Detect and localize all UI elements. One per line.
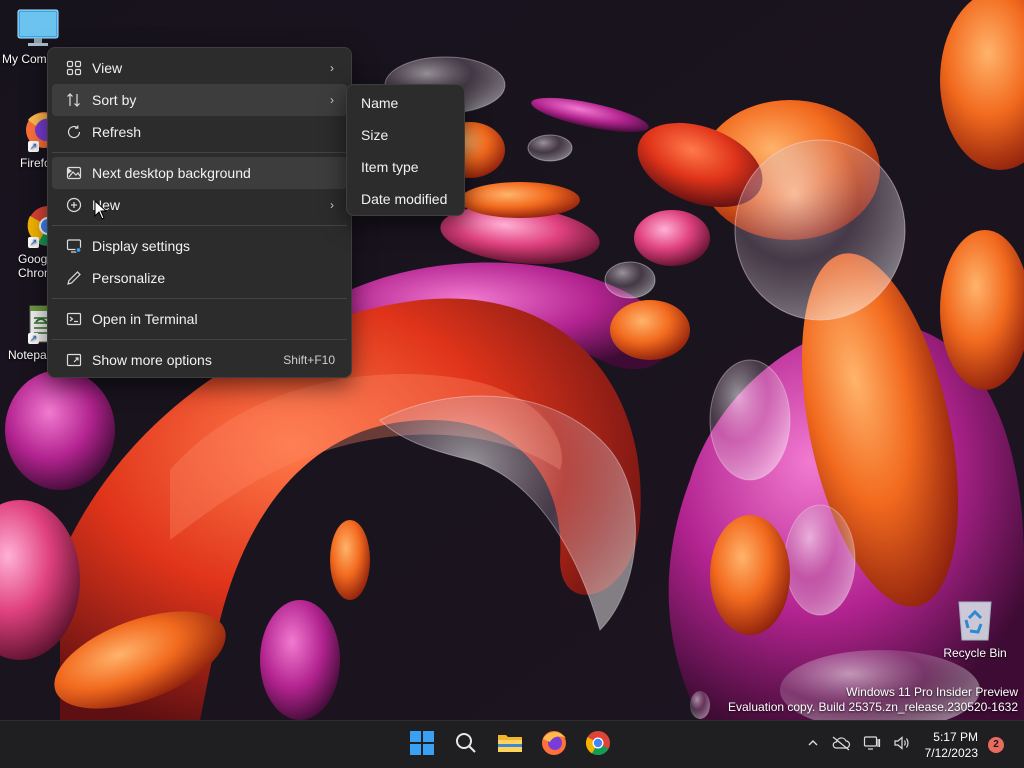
menu-item-display-settings[interactable]: Display settings xyxy=(52,230,347,262)
start-button[interactable] xyxy=(402,725,442,765)
menu-item-open-in-terminal[interactable]: Open in Terminal xyxy=(52,303,347,335)
terminal-icon xyxy=(52,303,90,335)
desktop-icon-recycle-bin[interactable]: Recycle Bin xyxy=(936,598,1014,660)
menu-item-next-desktop-background[interactable]: Next desktop background xyxy=(52,157,347,189)
shortcut-arrow-icon: ↗ xyxy=(28,237,39,248)
watermark-line-1: Windows 11 Pro Insider Preview xyxy=(846,685,1018,699)
menu-item-refresh[interactable]: Refresh xyxy=(52,116,347,148)
menu-item-label: View xyxy=(92,60,123,76)
chevron-right-icon: › xyxy=(330,198,334,212)
network-tray-button[interactable] xyxy=(857,725,887,765)
display-settings-icon xyxy=(52,230,90,262)
system-tray: 5:17 PM 7/12/2023 2 xyxy=(801,721,1024,768)
chrome-taskbar-button[interactable] xyxy=(578,725,618,765)
sort-icon xyxy=(52,84,90,116)
firefox-icon xyxy=(541,730,567,761)
menu-item-label: Next desktop background xyxy=(92,165,251,181)
shortcut-arrow-icon: ↗ xyxy=(28,141,39,152)
menu-item-label: Personalize xyxy=(92,270,166,286)
search-button[interactable] xyxy=(446,725,486,765)
search-icon xyxy=(455,732,477,759)
new-plus-icon xyxy=(52,189,90,221)
personalize-pen-icon xyxy=(52,262,90,294)
menu-item-label: Open in Terminal xyxy=(92,311,198,327)
menu-item-show-more-options[interactable]: Show more options Shift+F10 xyxy=(52,344,347,376)
watermark-line-2: Evaluation copy. Build 25375.zn_release.… xyxy=(728,700,1018,714)
sort-by-submenu: Name Size Item type Date modified xyxy=(346,84,465,216)
menu-item-label: Show more options xyxy=(92,352,212,368)
shortcut-arrow-icon: ↗ xyxy=(28,333,39,344)
start-icon xyxy=(410,730,434,760)
next-background-icon xyxy=(52,157,90,189)
desktop-context-menu: View › Sort by › Refresh Next desktop ba… xyxy=(47,47,352,378)
mouse-cursor-icon xyxy=(94,199,108,225)
submenu-item-name[interactable]: Name xyxy=(351,87,460,119)
network-icon xyxy=(863,735,881,756)
menu-separator xyxy=(52,152,347,153)
menu-item-label: New xyxy=(92,197,121,213)
clock-date: 7/12/2023 xyxy=(924,746,978,760)
clock-time: 5:17 PM xyxy=(933,730,978,744)
menu-separator xyxy=(52,225,347,226)
notification-badge[interactable]: 2 xyxy=(988,737,1004,753)
taskbar-apps xyxy=(402,721,618,768)
menu-separator xyxy=(52,298,347,299)
chrome-icon xyxy=(585,730,611,761)
desktop-icon-label: Recycle Bin xyxy=(943,646,1007,660)
submenu-item-size[interactable]: Size xyxy=(351,119,460,151)
chevron-up-icon xyxy=(807,736,819,754)
menu-item-personalize[interactable]: Personalize xyxy=(52,262,347,294)
file-explorer-icon xyxy=(497,732,523,759)
volume-tray-button[interactable] xyxy=(887,725,917,765)
submenu-item-item-type[interactable]: Item type xyxy=(351,151,460,183)
file-explorer-button[interactable] xyxy=(490,725,530,765)
menu-item-label: Display settings xyxy=(92,238,191,254)
volume-icon xyxy=(893,735,911,756)
view-grid-icon xyxy=(52,52,90,84)
chevron-right-icon: › xyxy=(330,61,334,75)
monitor-icon xyxy=(16,8,60,48)
more-options-icon xyxy=(52,344,90,376)
menu-item-label: Sort by xyxy=(92,92,137,108)
taskbar-clock[interactable]: 5:17 PM 7/12/2023 xyxy=(917,729,988,761)
menu-item-label: Refresh xyxy=(92,124,142,140)
menu-item-sort-by[interactable]: Sort by › xyxy=(52,84,347,116)
recycle-bin-icon xyxy=(955,598,995,642)
onedrive-tray-button[interactable] xyxy=(825,725,857,765)
menu-separator xyxy=(52,339,347,340)
firefox-taskbar-button[interactable] xyxy=(534,725,574,765)
refresh-icon xyxy=(52,116,90,148)
chevron-right-icon: › xyxy=(330,93,334,107)
submenu-item-date-modified[interactable]: Date modified xyxy=(351,183,460,215)
cloud-off-icon xyxy=(831,735,851,756)
show-hidden-icons-button[interactable] xyxy=(801,725,825,765)
menu-item-view[interactable]: View › xyxy=(52,52,347,84)
taskbar: 5:17 PM 7/12/2023 2 xyxy=(0,720,1024,768)
evaluation-watermark: Windows 11 Pro Insider Preview Evaluatio… xyxy=(728,685,1018,715)
menu-item-shortcut: Shift+F10 xyxy=(283,353,335,367)
